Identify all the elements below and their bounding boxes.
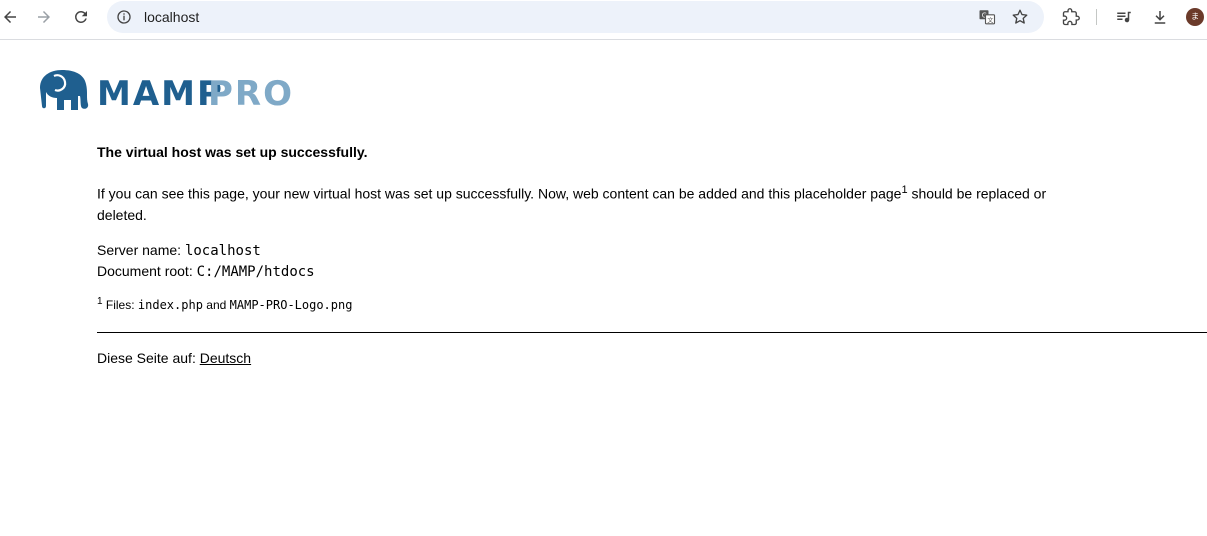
main-content: The virtual host was set up successfully…	[97, 144, 1207, 366]
server-name-value: localhost	[184, 242, 261, 259]
intro-text-1: If you can see this page, your new virtu…	[97, 185, 902, 202]
footnote-file-index: index.php	[137, 297, 203, 312]
mamp-pro-logo	[38, 68, 90, 112]
document-root-line: Document root: C:/MAMP/htdocs	[97, 261, 1207, 282]
bookmark-button[interactable]	[1010, 7, 1030, 27]
logo-text-mamp: MAMP	[97, 74, 224, 114]
forward-button[interactable]	[31, 4, 57, 30]
language-line: Diese Seite auf: Deutsch	[97, 350, 1207, 366]
back-button[interactable]	[0, 4, 23, 30]
media-button[interactable]	[1111, 4, 1137, 30]
server-name-label: Server name:	[97, 241, 185, 258]
arrow-left-icon	[4, 11, 16, 23]
star-icon	[1012, 9, 1028, 24]
info-icon	[117, 10, 131, 24]
download-icon	[1154, 11, 1166, 24]
site-info-button[interactable]	[115, 8, 133, 26]
files-footnote: 1 Files: index.php and MAMP-PRO-Logo.png	[97, 296, 1207, 312]
deutsch-link[interactable]: Deutsch	[200, 350, 251, 366]
toolbar-divider	[1096, 9, 1097, 25]
playlist-icon	[1117, 11, 1131, 23]
url-text: localhost	[144, 9, 200, 25]
footnote-and: and	[202, 297, 230, 312]
horizontal-divider	[97, 331, 1207, 333]
profile-avatar[interactable]: ま	[1186, 8, 1204, 26]
extensions-button[interactable]	[1058, 4, 1084, 30]
language-label: Diese Seite auf:	[97, 349, 200, 366]
server-info: Server name: localhost Document root: C:…	[97, 240, 1207, 282]
server-name-line: Server name: localhost	[97, 240, 1207, 261]
reload-button[interactable]	[68, 4, 94, 30]
address-bar[interactable]: localhost G文	[107, 1, 1044, 33]
logo-text-pro: PRO	[208, 74, 295, 114]
translate-icon: G文	[979, 10, 996, 25]
arrow-right-icon	[38, 11, 50, 23]
reload-icon	[74, 10, 87, 23]
footnote-file-logo: MAMP-PRO-Logo.png	[229, 297, 353, 312]
document-root-value: C:/MAMP/htdocs	[196, 263, 315, 280]
footnote-prefix: Files:	[102, 297, 138, 312]
translate-button[interactable]: G文	[977, 7, 997, 27]
intro-paragraph: If you can see this page, your new virtu…	[97, 180, 1087, 226]
page-headline: The virtual host was set up successfully…	[97, 144, 368, 160]
puzzle-icon	[1062, 8, 1080, 26]
browser-toolbar: localhost G文 ま	[0, 0, 1207, 40]
elephant-logo-icon	[40, 70, 89, 110]
downloads-button[interactable]	[1147, 4, 1173, 30]
svg-text:文: 文	[987, 16, 993, 24]
document-root-label: Document root:	[97, 262, 197, 279]
